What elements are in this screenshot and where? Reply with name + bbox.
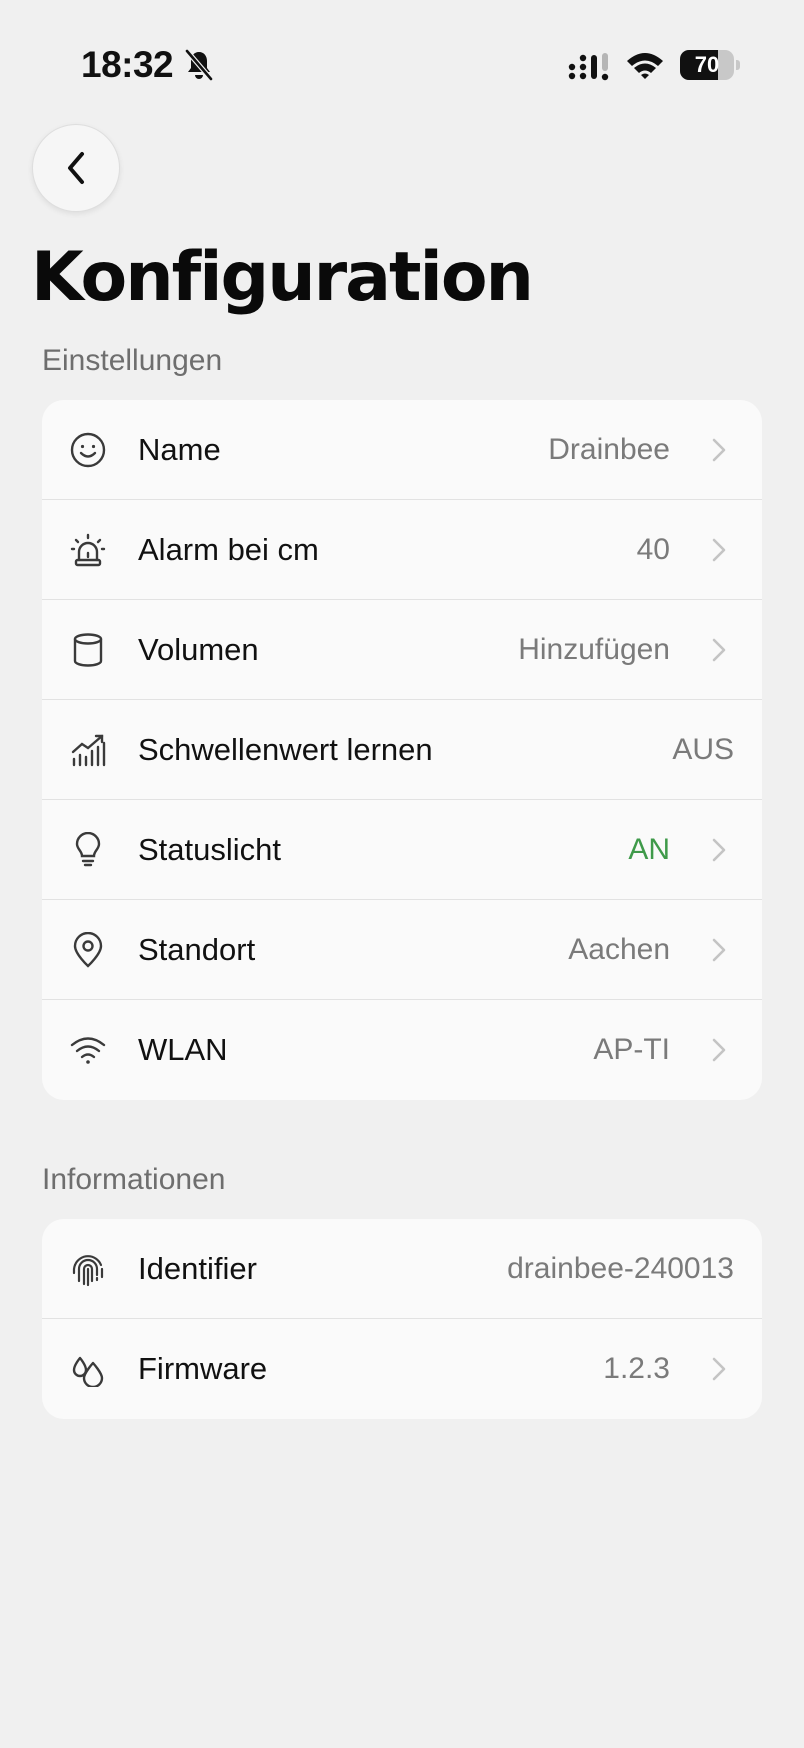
row-value: AN	[628, 833, 670, 866]
row-value: AP-TI	[593, 1033, 670, 1066]
cellular-signal-icon	[568, 53, 609, 81]
row-volume[interactable]: Volumen Hinzufügen	[42, 600, 762, 700]
information-card: Identifier drainbee-240013 Firmware 1.2.…	[42, 1219, 762, 1419]
battery-icon: 70	[680, 50, 740, 80]
wifi-icon	[70, 1037, 106, 1064]
smiley-icon	[70, 432, 106, 468]
section-label-settings: Einstellungen	[42, 344, 223, 377]
page-title: Konfiguration	[31, 238, 534, 317]
lightbulb-icon	[75, 832, 101, 867]
bell-slash-icon	[185, 49, 213, 81]
chevron-right-icon	[712, 1038, 726, 1062]
section-label-information: Informationen	[42, 1163, 226, 1196]
chevron-right-icon	[712, 538, 726, 562]
row-status-light[interactable]: Statuslicht AN	[42, 800, 762, 900]
row-label: Identifier	[138, 1251, 257, 1286]
chevron-right-icon	[712, 638, 726, 662]
row-label: Name	[138, 432, 221, 467]
row-label: Standort	[138, 932, 256, 967]
chevron-right-icon	[712, 938, 726, 962]
row-label: Schwellenwert lernen	[138, 732, 433, 767]
row-label: WLAN	[138, 1032, 228, 1067]
row-value: drainbee-240013	[507, 1252, 734, 1285]
row-value: Drainbee	[548, 433, 670, 466]
wifi-icon	[627, 53, 663, 79]
location-pin-icon	[73, 932, 103, 968]
chevron-right-icon	[712, 438, 726, 462]
row-value: AUS	[672, 733, 734, 766]
status-time: 18:32	[81, 44, 174, 85]
settings-card: Name Drainbee Alarm bei cm 40 Volumen Hi…	[42, 400, 762, 1100]
chevron-right-icon	[712, 1357, 726, 1381]
row-firmware[interactable]: Firmware 1.2.3	[42, 1319, 762, 1419]
row-label: Volumen	[138, 632, 259, 667]
chevron-right-icon	[712, 838, 726, 862]
row-name[interactable]: Name Drainbee	[42, 400, 762, 500]
chart-growth-icon	[71, 734, 106, 767]
row-label: Statuslicht	[138, 832, 282, 867]
row-value: Aachen	[568, 933, 670, 966]
row-wlan[interactable]: WLAN AP-TI	[42, 1000, 762, 1100]
fingerprint-icon	[72, 1255, 104, 1287]
row-identifier[interactable]: Identifier drainbee-240013	[42, 1219, 762, 1319]
row-value: 1.2.3	[603, 1352, 670, 1385]
back-button[interactable]	[32, 124, 120, 212]
siren-icon	[70, 533, 106, 567]
row-value: 40	[636, 533, 670, 566]
row-label: Firmware	[138, 1351, 268, 1386]
row-alarm[interactable]: Alarm bei cm 40	[42, 500, 762, 600]
row-location[interactable]: Standort Aachen	[42, 900, 762, 1000]
battery-percent: 70	[694, 52, 720, 77]
cylinder-icon	[73, 633, 103, 667]
row-label: Alarm bei cm	[138, 532, 319, 567]
chevron-left-icon	[68, 152, 84, 184]
row-value: Hinzufügen	[518, 633, 670, 666]
row-learn-threshold[interactable]: Schwellenwert lernen AUS	[42, 700, 762, 800]
droplets-icon	[72, 1356, 104, 1387]
status-bar: 18:32 70	[0, 0, 804, 130]
